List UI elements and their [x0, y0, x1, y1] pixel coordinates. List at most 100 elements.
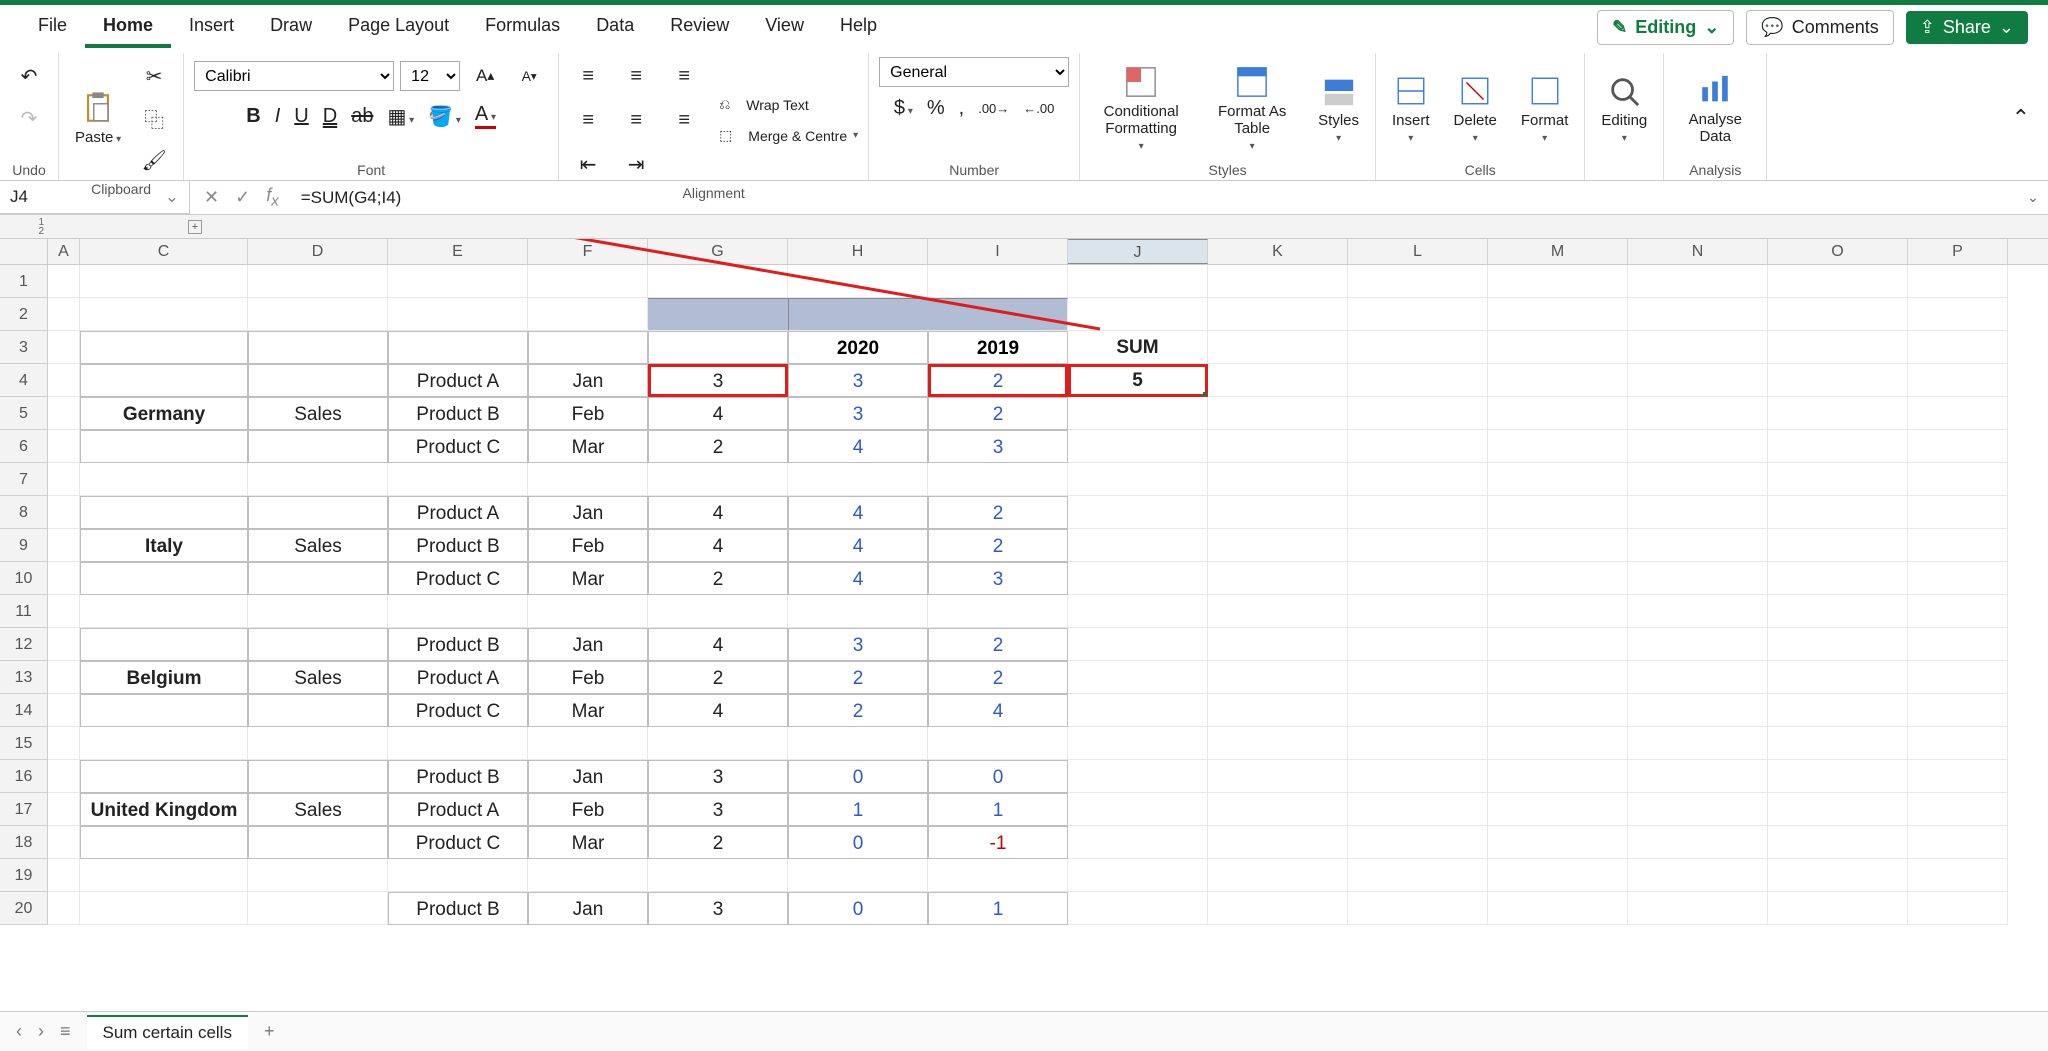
undo-button[interactable]: ↶: [10, 57, 48, 95]
cell-M[interactable]: [1488, 463, 1628, 496]
cell-P[interactable]: [1908, 661, 2008, 694]
menu-tab-page-layout[interactable]: Page Layout: [330, 7, 467, 48]
cell-K[interactable]: [1208, 364, 1348, 397]
cell-P[interactable]: [1908, 397, 2008, 430]
double-underline-button[interactable]: D: [323, 105, 337, 128]
cell-H[interactable]: [788, 463, 928, 496]
cell-D[interactable]: [248, 265, 388, 298]
cell-J[interactable]: [1068, 298, 1208, 331]
cell-N[interactable]: [1628, 760, 1768, 793]
cell-M[interactable]: [1488, 562, 1628, 595]
tab-next-icon[interactable]: ›: [38, 1021, 44, 1042]
cell-A[interactable]: [48, 331, 80, 364]
cell-P[interactable]: [1908, 892, 2008, 925]
cell-F[interactable]: [528, 859, 648, 892]
delete-cells-button[interactable]: Delete: [1448, 74, 1503, 144]
cell-L[interactable]: [1348, 331, 1488, 364]
cell-E[interactable]: [388, 298, 528, 331]
cell-F[interactable]: Mar: [528, 562, 648, 595]
cell-L[interactable]: [1348, 727, 1488, 760]
cell-C[interactable]: [80, 364, 248, 397]
cell-P[interactable]: [1908, 364, 2008, 397]
cell-H[interactable]: 4: [788, 430, 928, 463]
name-box[interactable]: J4⌄: [0, 181, 190, 214]
cell-N[interactable]: [1628, 595, 1768, 628]
cell-E[interactable]: Product B: [388, 529, 528, 562]
cell-E[interactable]: Product C: [388, 694, 528, 727]
cell-K[interactable]: [1208, 496, 1348, 529]
cell-N[interactable]: [1628, 628, 1768, 661]
cell-D[interactable]: [248, 628, 388, 661]
cell-I[interactable]: [928, 595, 1068, 628]
cell-G[interactable]: 4: [648, 397, 788, 430]
cell-C[interactable]: [80, 265, 248, 298]
column-header-H[interactable]: H: [788, 239, 928, 264]
cell-N[interactable]: [1628, 430, 1768, 463]
cell-I[interactable]: 4: [928, 694, 1068, 727]
cell-F[interactable]: [528, 595, 648, 628]
row-header-8[interactable]: 8: [0, 496, 48, 529]
cell-G[interactable]: 4: [648, 529, 788, 562]
cell-A[interactable]: [48, 859, 80, 892]
cell-I[interactable]: 2: [928, 397, 1068, 430]
cell-A[interactable]: [48, 265, 80, 298]
cell-D[interactable]: Sales: [248, 397, 388, 430]
cell-E[interactable]: [388, 727, 528, 760]
row-header-3[interactable]: 3: [0, 331, 48, 364]
cell-N[interactable]: [1628, 463, 1768, 496]
cell-I[interactable]: -1: [928, 826, 1068, 859]
align-middle-icon[interactable]: ≡: [617, 57, 655, 95]
cell-H[interactable]: [788, 298, 928, 331]
row-header-19[interactable]: 19: [0, 859, 48, 892]
cell-J[interactable]: [1068, 529, 1208, 562]
cell-G[interactable]: 4: [648, 628, 788, 661]
sheet-tab-active[interactable]: Sum certain cells: [87, 1015, 248, 1049]
column-header-P[interactable]: P: [1908, 239, 2008, 264]
editing-mode-button[interactable]: ✎ Editing ⌄: [1597, 10, 1734, 45]
cell-M[interactable]: [1488, 298, 1628, 331]
cell-I[interactable]: 2: [928, 364, 1068, 397]
copy-button[interactable]: ⿻: [135, 99, 173, 137]
cell-E[interactable]: Product: [388, 331, 528, 364]
cell-F[interactable]: [528, 463, 648, 496]
column-header-A[interactable]: A: [48, 239, 80, 264]
cancel-formula-icon[interactable]: ✕: [204, 187, 219, 208]
cell-A[interactable]: [48, 760, 80, 793]
cell-F[interactable]: Mar: [528, 694, 648, 727]
outline-expand-icon[interactable]: +: [188, 220, 202, 234]
cell-P[interactable]: [1908, 628, 2008, 661]
cell-O[interactable]: [1768, 562, 1908, 595]
cell-N[interactable]: [1628, 265, 1768, 298]
cell-E[interactable]: Product A: [388, 364, 528, 397]
cell-H[interactable]: 0: [788, 826, 928, 859]
cell-I[interactable]: 2: [928, 628, 1068, 661]
cell-M[interactable]: [1488, 793, 1628, 826]
cell-D[interactable]: Sales: [248, 529, 388, 562]
cell-L[interactable]: [1348, 595, 1488, 628]
cell-F[interactable]: Feb: [528, 793, 648, 826]
cell-P[interactable]: [1908, 298, 2008, 331]
cell-C[interactable]: Country: [80, 331, 248, 364]
menu-tab-insert[interactable]: Insert: [171, 7, 252, 48]
cell-N[interactable]: [1628, 331, 1768, 364]
cell-J[interactable]: [1068, 859, 1208, 892]
column-header-G[interactable]: G: [648, 239, 788, 264]
cell-F[interactable]: Jan: [528, 760, 648, 793]
cell-F[interactable]: Jan: [528, 628, 648, 661]
cell-C[interactable]: Belgium: [80, 661, 248, 694]
cell-D[interactable]: [248, 298, 388, 331]
cell-C[interactable]: [80, 562, 248, 595]
cell-I[interactable]: 2: [928, 496, 1068, 529]
decrease-indent-icon[interactable]: ⇤: [569, 145, 607, 183]
row-header-10[interactable]: 10: [0, 562, 48, 595]
menu-tab-file[interactable]: File: [20, 7, 85, 48]
cell-H[interactable]: 3: [788, 364, 928, 397]
align-left-icon[interactable]: ≡: [569, 101, 607, 139]
paste-button[interactable]: Paste: [69, 91, 127, 146]
increase-indent-icon[interactable]: ⇥: [617, 145, 655, 183]
cell-I[interactable]: 0: [928, 760, 1068, 793]
cell-C[interactable]: United Kingdom: [80, 793, 248, 826]
cut-button[interactable]: ✂: [135, 57, 173, 95]
cell-O[interactable]: [1768, 859, 1908, 892]
cell-F[interactable]: Feb: [528, 661, 648, 694]
